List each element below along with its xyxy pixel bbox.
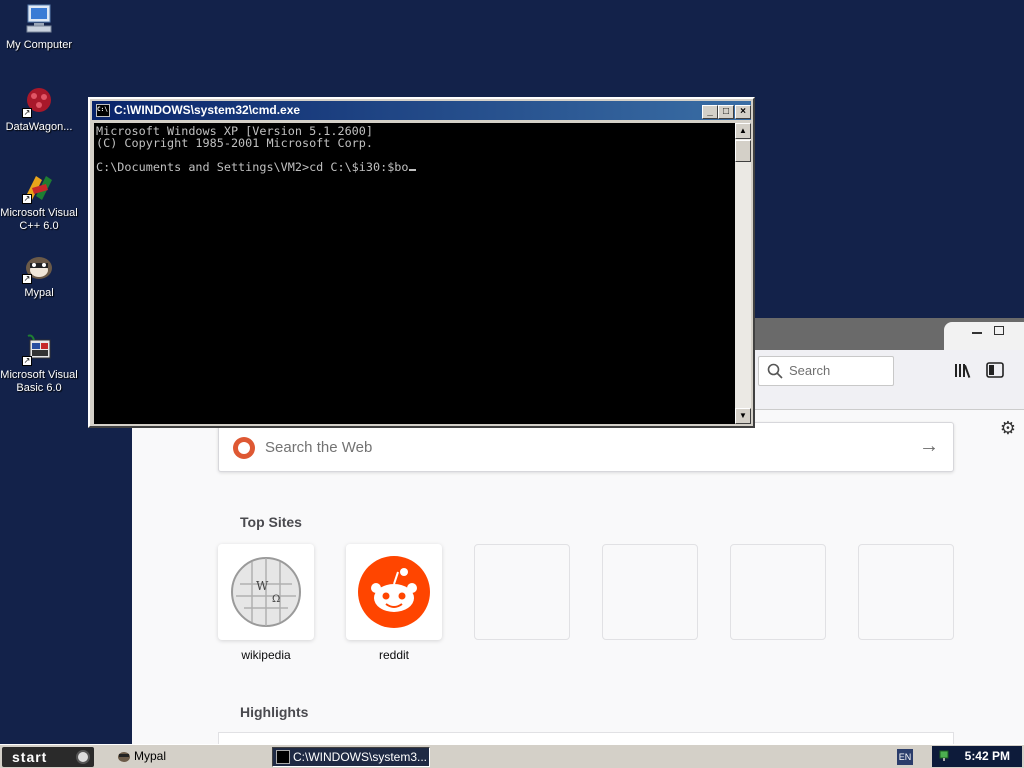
top-site-tile-empty[interactable]	[474, 544, 570, 640]
visual-cpp-icon: ↗	[22, 170, 56, 204]
browser-search-placeholder: Search	[789, 363, 831, 378]
desktop-icon-my-computer[interactable]: My Computer	[0, 2, 78, 52]
cmd-console[interactable]: Microsoft Windows XP [Version 5.1.2600](…	[94, 123, 735, 424]
cmd-titlebar[interactable]: C:\ C:\WINDOWS\system32\cmd.exe _ □ ×	[92, 101, 751, 120]
network-icon[interactable]	[938, 749, 952, 763]
search-icon	[767, 363, 783, 379]
highlights-title: Highlights	[240, 704, 309, 720]
top-sites-title: Top Sites	[240, 514, 302, 530]
reddit-icon	[358, 556, 430, 628]
taskbar: start Mypal C:\WINDOWS\system3... EN 5:4…	[0, 744, 1024, 768]
start-button[interactable]: start	[2, 747, 94, 767]
gear-icon[interactable]: ⚙	[1000, 418, 1016, 439]
console-line: (C) Copyright 1985-2001 Microsoft Corp.	[96, 136, 373, 150]
desktop-icon-label: DataWagon...	[5, 121, 73, 133]
scroll-down-arrow-icon[interactable]: ▼	[735, 408, 751, 424]
console-command: C:\Documents and Settings\VM2>cd C:\$i30…	[96, 160, 409, 174]
language-indicator[interactable]: EN	[897, 749, 913, 765]
top-site-label: reddit	[378, 648, 410, 662]
text-cursor	[408, 161, 416, 171]
cmd-icon	[276, 750, 290, 764]
minimize-button[interactable]: _	[702, 105, 718, 119]
cmd-icon: C:\	[96, 104, 110, 117]
cmd-window: C:\ C:\WINDOWS\system32\cmd.exe _ □ × Mi…	[88, 97, 755, 428]
desktop-icon-label: Mypal	[24, 287, 54, 299]
clock: 5:42 PM	[964, 749, 1010, 763]
taskbar-item-label: C:\WINDOWS\system3...	[293, 750, 428, 764]
minimize-icon[interactable]	[972, 332, 982, 334]
maximize-button[interactable]: □	[718, 105, 734, 119]
library-icon[interactable]	[954, 362, 972, 378]
scroll-up-arrow-icon[interactable]: ▲	[735, 123, 751, 139]
mypal-icon: ↗	[22, 250, 56, 284]
visual-basic-icon: ↗	[22, 332, 56, 366]
taskbar-item-label: Mypal	[134, 749, 167, 763]
cmd-title: C:\WINDOWS\system32\cmd.exe	[114, 103, 301, 117]
sidebar-icon[interactable]	[986, 362, 1004, 378]
top-site-tile-empty[interactable]	[730, 544, 826, 640]
desktop-icon-mypal[interactable]: ↗ Mypal	[0, 250, 78, 300]
desktop-icon-visual-basic[interactable]: ↗ Microsoft Visual Basic 6.0	[0, 332, 78, 395]
top-site-tile-wikipedia[interactable]: W Ω	[218, 544, 314, 640]
taskbar-item-mypal[interactable]: Mypal	[114, 747, 264, 767]
desktop-icon-label: My Computer	[5, 39, 73, 51]
duckduckgo-icon	[233, 437, 255, 459]
desktop-icon-label: Microsoft Visual C++ 6.0	[0, 207, 78, 232]
close-button[interactable]: ×	[735, 105, 751, 119]
svg-text:W: W	[256, 579, 269, 593]
desktop-icon-label: Microsoft Visual Basic 6.0	[0, 369, 78, 394]
cmd-scrollbar[interactable]: ▲ ▼	[735, 123, 751, 424]
top-site-tile-empty[interactable]	[858, 544, 954, 640]
browser-titlebar-controls	[944, 322, 1024, 350]
svg-text:Ω: Ω	[272, 594, 280, 605]
start-label: start	[12, 749, 48, 765]
start-orb-icon	[76, 750, 90, 764]
top-site-tile-reddit[interactable]	[346, 544, 442, 640]
taskbar-item-cmd[interactable]: C:\WINDOWS\system3...	[272, 747, 430, 767]
desktop-icon-visual-cpp[interactable]: ↗ Microsoft Visual C++ 6.0	[0, 170, 78, 233]
browser-search-input[interactable]: Search	[758, 356, 894, 386]
scroll-thumb[interactable]	[735, 140, 751, 162]
web-search-input[interactable]: Search the Web →	[218, 422, 954, 472]
wikipedia-icon: W Ω	[231, 557, 301, 627]
web-search-placeholder: Search the Web	[265, 439, 373, 456]
arrow-right-icon[interactable]: →	[919, 435, 939, 458]
my-computer-icon	[22, 2, 56, 36]
console-prompt-line: C:\Documents and Settings\VM2>cd C:\$i30…	[96, 161, 733, 173]
datawagon-icon: ↗	[22, 84, 56, 118]
top-site-tile-empty[interactable]	[602, 544, 698, 640]
system-tray: 5:42 PM	[932, 746, 1022, 767]
top-site-label: wikipedia	[241, 648, 291, 662]
new-tab-page: ⚙ Search the Web → Top Sites W Ω wikiped…	[132, 410, 1024, 746]
mypal-icon	[118, 752, 130, 762]
maximize-icon[interactable]	[994, 326, 1004, 335]
desktop-icon-datawagon[interactable]: ↗ DataWagon...	[0, 84, 78, 134]
